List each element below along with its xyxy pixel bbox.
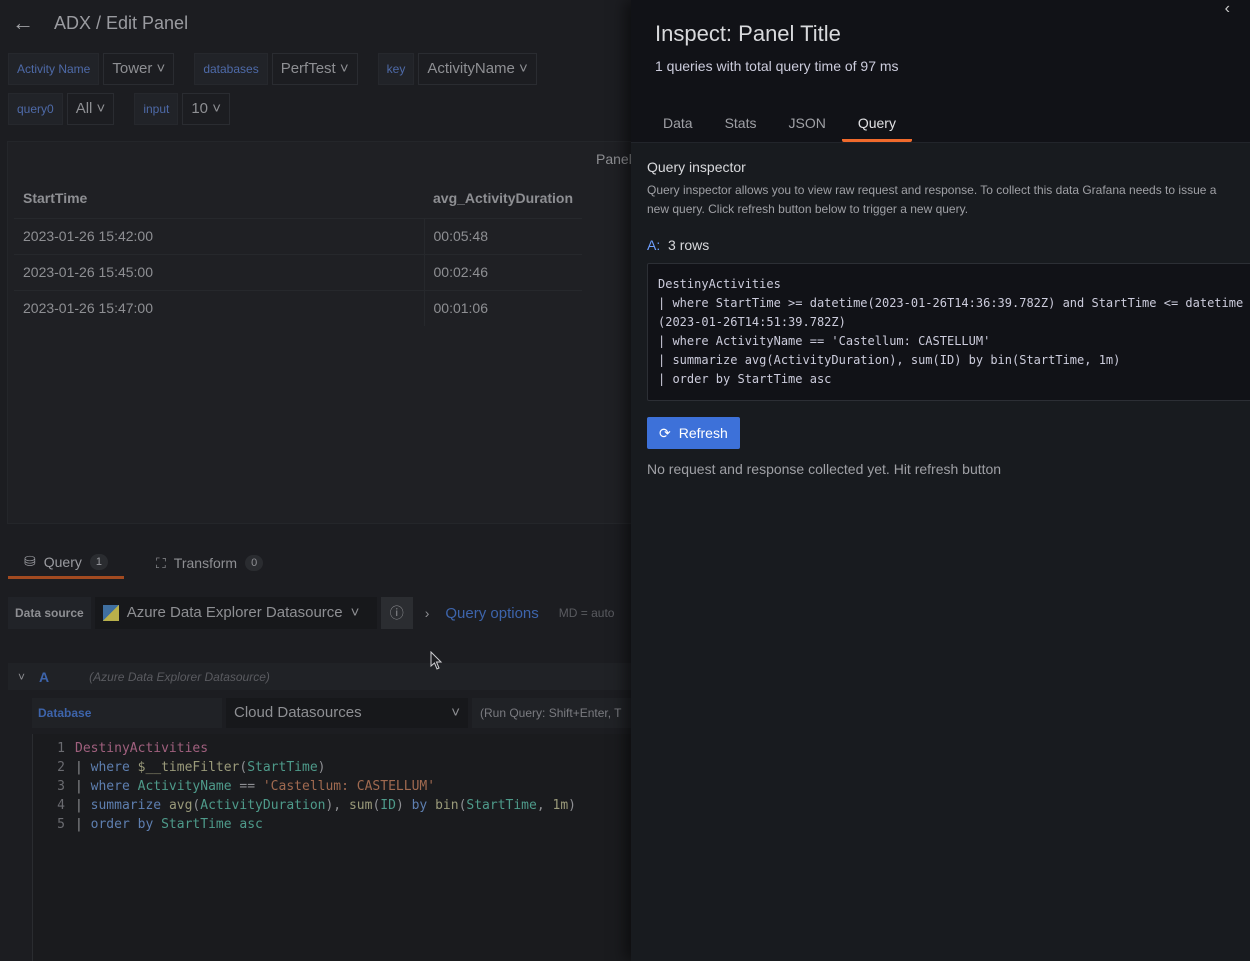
database-icon: ⛁ xyxy=(24,553,36,569)
query-letter: A xyxy=(39,668,50,685)
tab-data[interactable]: Data xyxy=(647,107,709,142)
max-data-points: MD = auto xyxy=(558,606,615,620)
cell: 00:01:06 xyxy=(424,289,583,326)
drawer-header: ‹ Inspect: Panel Title 1 queries with to… xyxy=(631,0,1250,143)
variable-value: ActivityName xyxy=(427,60,515,77)
variable-value: 10 xyxy=(191,100,209,117)
line-number: 2 xyxy=(57,760,65,775)
page-header: ← ADX / Edit Panel xyxy=(12,10,188,36)
variable-label: key xyxy=(377,53,415,85)
tab-transform[interactable]: ⛶ Transform 0 xyxy=(140,547,279,579)
adx-logo-icon xyxy=(102,605,119,621)
line-number: 5 xyxy=(57,817,65,832)
database-label: Database xyxy=(32,698,222,728)
code-line: | order by StartTime asc xyxy=(75,817,263,832)
line-number: 1 xyxy=(57,741,65,756)
query-letter: A: xyxy=(647,237,661,253)
database-row: Database Cloud Datasources ˅ (Run Query: … xyxy=(32,698,632,728)
variable-value: All xyxy=(75,100,93,117)
code-line: DestinyActivities xyxy=(75,741,209,756)
database-select[interactable]: Cloud Datasources ˅ xyxy=(226,698,468,728)
datasource-label: Data source xyxy=(8,597,91,629)
variable-label: input xyxy=(134,93,179,125)
tab-query[interactable]: ⛁ Query 1 xyxy=(8,547,124,579)
code-line: | where ActivityName == 'Castellum: CAST… xyxy=(75,779,436,794)
refresh-button[interactable]: ⟳ Refresh xyxy=(647,417,740,449)
query-inspector: Query inspector Query inspector allows y… xyxy=(631,143,1250,493)
query-editor[interactable]: 1 DestinyActivities 2 | where $__timeFilte… xyxy=(32,734,632,961)
variable-select-input[interactable]: 10 ˅ xyxy=(182,93,230,125)
chevron-right-icon[interactable]: › xyxy=(425,605,430,621)
chevron-down-icon: ˅ xyxy=(350,604,360,621)
tab-count: 0 xyxy=(245,555,264,571)
chevron-down-icon[interactable]: ˅ xyxy=(18,670,25,684)
button-label: Refresh xyxy=(678,425,728,441)
query-result-summary: A: 3 rows xyxy=(647,237,1234,253)
table-row: 2023-01-26 15:42:00 00:05:48 xyxy=(14,217,583,254)
variable-select-key[interactable]: ActivityName ˅ xyxy=(418,53,537,85)
edit-panel-background: ← ADX / Edit Panel Activity Name Tower ˅… xyxy=(0,0,632,961)
inspect-tabs: Data Stats JSON Query xyxy=(647,107,912,142)
section-description: Query inspector allows you to view raw r… xyxy=(647,183,1217,216)
page-title: ADX / Edit Panel xyxy=(54,12,189,33)
tab-label: Transform xyxy=(173,555,238,571)
cell: 2023-01-26 15:45:00 xyxy=(14,253,425,290)
variable-label: query0 xyxy=(8,93,63,125)
tab-query[interactable]: Query xyxy=(841,107,912,142)
column-header[interactable]: avg_ActivityDuration xyxy=(424,178,582,218)
database-value: Cloud Datasources xyxy=(234,704,362,721)
tab-stats[interactable]: Stats xyxy=(709,107,773,142)
collapse-chevron-left-icon[interactable]: ‹ xyxy=(1225,0,1230,18)
line-number: 3 xyxy=(57,779,65,794)
variable-select-databases[interactable]: PerfTest ˅ xyxy=(271,53,358,85)
help-icon[interactable]: ⓘ xyxy=(380,597,413,629)
run-query-hint: (Run Query: Shift+Enter, T xyxy=(472,698,632,728)
refresh-icon: ⟳ xyxy=(659,424,671,441)
transform-icon: ⛶ xyxy=(155,554,166,571)
code-line: | where $__timeFilter(StartTime) xyxy=(75,760,326,775)
tab-count: 1 xyxy=(89,553,108,570)
column-header[interactable]: StartTime xyxy=(14,178,424,218)
datasource-row: Data source Azure Data Explorer Datasour… xyxy=(8,597,614,629)
drawer-subtitle: 1 queries with total query time of 97 ms xyxy=(655,58,899,74)
status-message: No request and response collected yet. H… xyxy=(647,461,1002,477)
data-table: StartTime avg_ActivityDuration 2023-01-26… xyxy=(14,178,583,326)
panel-title: Panel xyxy=(596,151,632,167)
query-text-box[interactable]: DestinyActivities | where StartTime >= d… xyxy=(647,263,1250,401)
tab-label: Query xyxy=(43,553,82,570)
cell: 00:05:48 xyxy=(424,217,583,254)
variable-select-query0[interactable]: All ˅ xyxy=(66,93,115,125)
editor-tabs: ⛁ Query 1 ⛶ Transform 0 xyxy=(8,547,279,579)
datasource-value: Azure Data Explorer Datasource xyxy=(126,604,343,621)
line-number: 4 xyxy=(57,798,65,813)
cell: 00:02:46 xyxy=(424,253,583,290)
query-row-header[interactable]: ˅ A (Azure Data Explorer Datasource) xyxy=(8,663,632,690)
panel-preview: Panel StartTime avg_ActivityDuration 2023… xyxy=(7,141,632,524)
section-heading: Query inspector xyxy=(647,159,746,175)
chevron-down-icon: ˅ xyxy=(451,704,460,721)
mouse-cursor-icon xyxy=(430,651,443,670)
table-row: 2023-01-26 15:45:00 00:02:46 xyxy=(14,253,583,290)
cell: 2023-01-26 15:47:00 xyxy=(14,289,425,326)
tab-json[interactable]: JSON xyxy=(772,107,841,142)
variable-label: databases xyxy=(194,53,268,85)
code-line: | summarize avg(ActivityDuration), sum(I… xyxy=(75,798,576,813)
row-count: 3 rows xyxy=(668,237,710,253)
back-arrow-icon[interactable]: ← xyxy=(12,10,34,36)
inspect-drawer: ‹ Inspect: Panel Title 1 queries with to… xyxy=(631,0,1250,961)
variable-select-activity-name[interactable]: Tower ˅ xyxy=(103,53,175,85)
datasource-picker[interactable]: Azure Data Explorer Datasource ˅ xyxy=(94,597,377,629)
drawer-title: Inspect: Panel Title xyxy=(655,21,841,46)
variable-value: PerfTest xyxy=(280,60,336,77)
cell: 2023-01-26 15:42:00 xyxy=(14,217,425,254)
table-row: 2023-01-26 15:47:00 00:01:06 xyxy=(14,289,583,326)
query-options-button[interactable]: Query options xyxy=(445,605,538,622)
query-source: (Azure Data Explorer Datasource) xyxy=(89,669,270,684)
variable-value: Tower xyxy=(112,60,153,77)
variable-label: Activity Name xyxy=(8,53,100,85)
variables-bar: Activity Name Tower ˅ databases PerfTest… xyxy=(8,53,628,133)
